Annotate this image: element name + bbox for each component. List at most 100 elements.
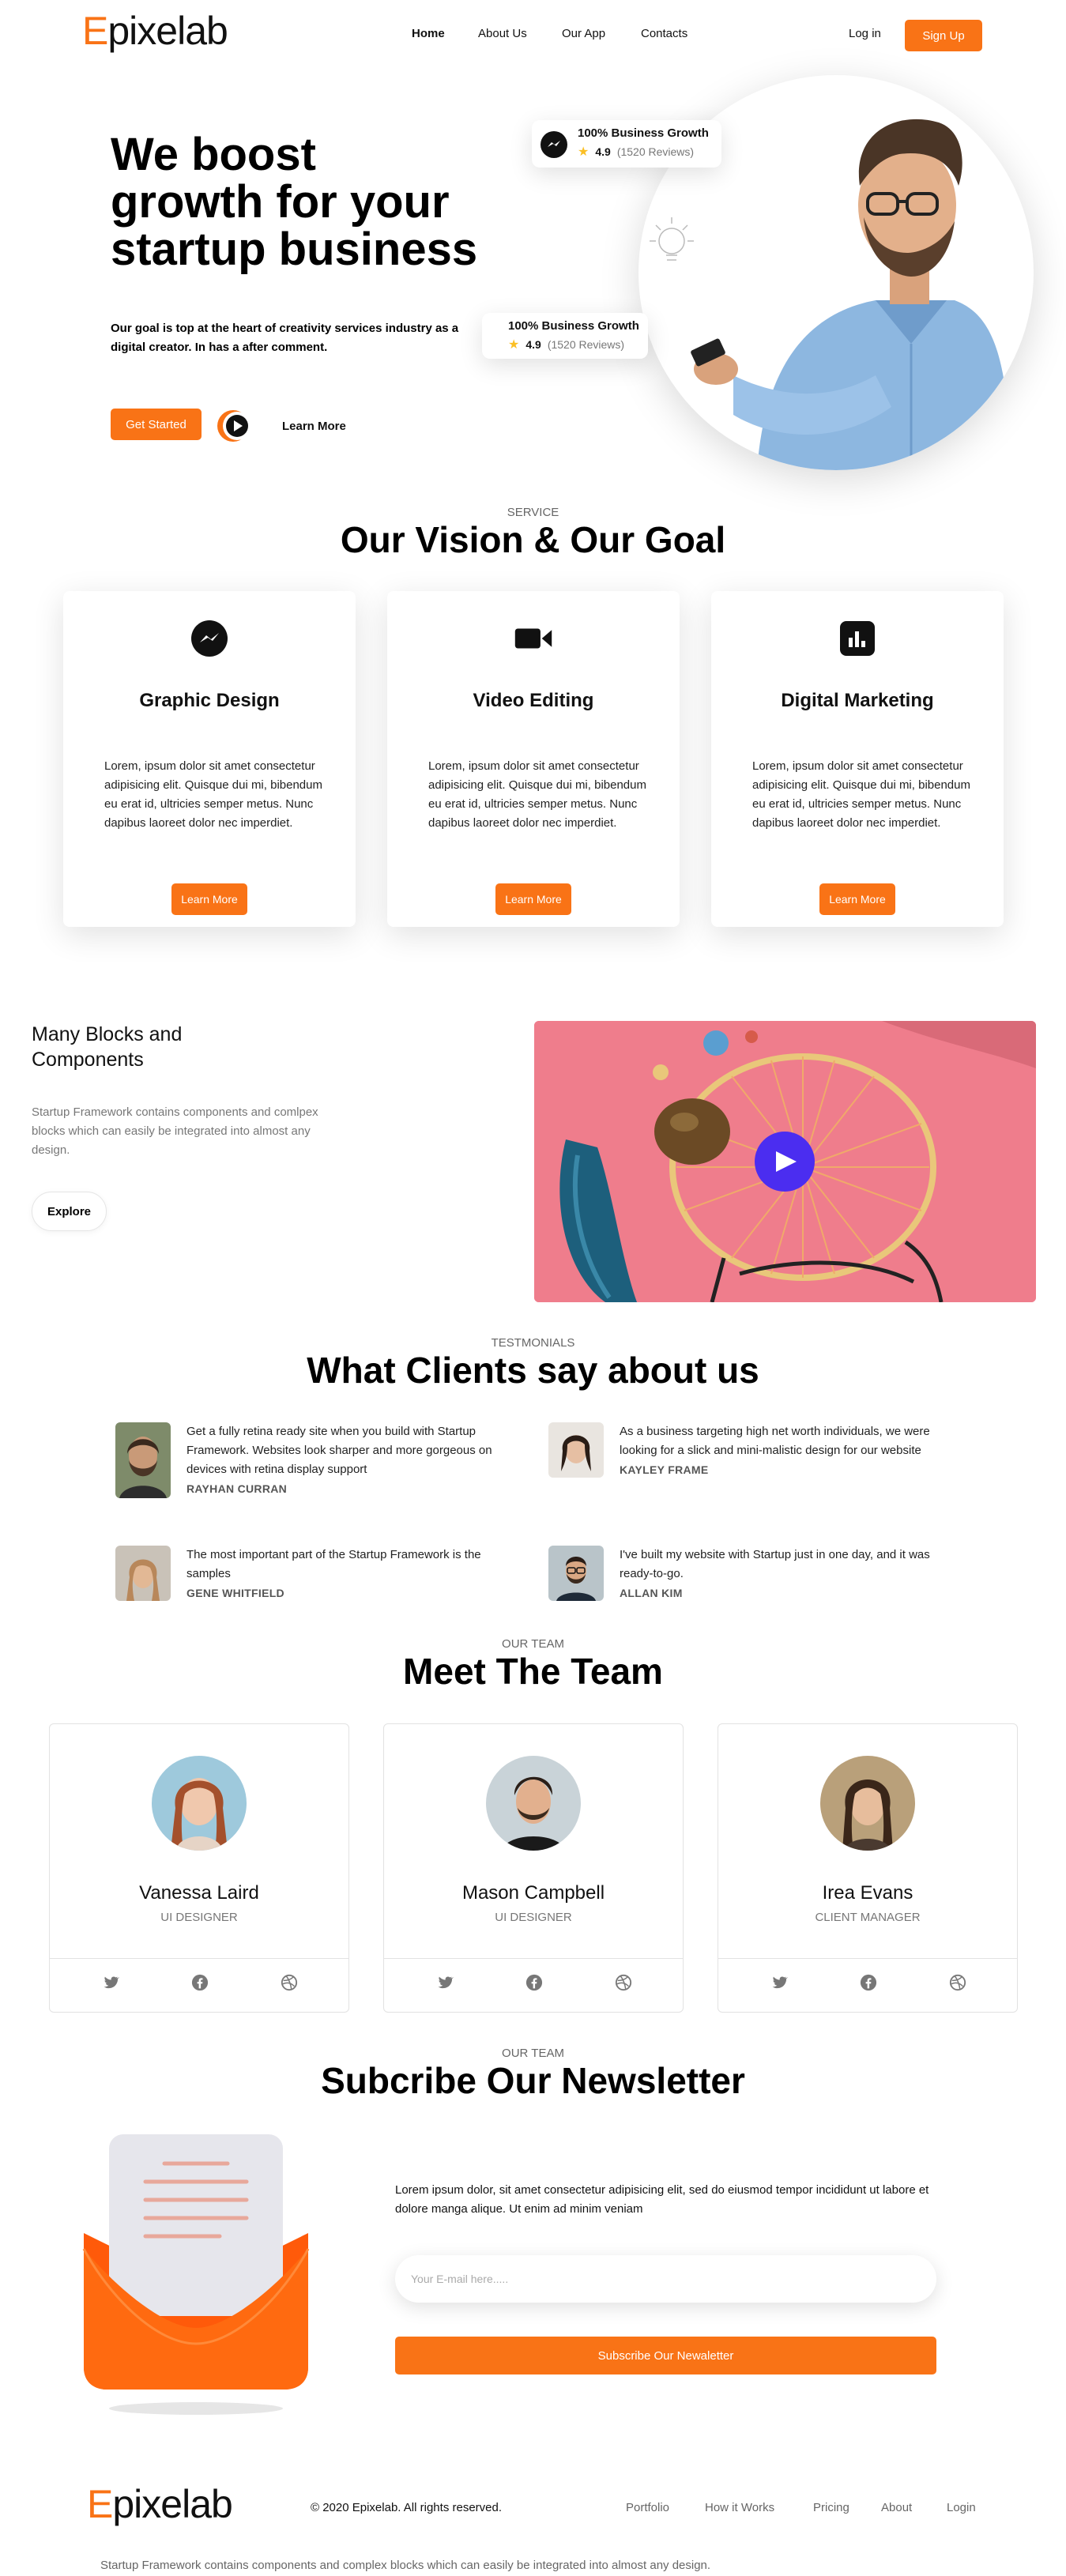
- testimonial-name: RAYHAN CURRAN: [186, 1482, 288, 1495]
- header-logo[interactable]: Epixelab: [82, 8, 228, 54]
- testimonial-name: ALLAN KIM: [620, 1587, 683, 1599]
- team-member-name: Mason Campbell: [461, 1882, 605, 1904]
- service-title: Video Editing: [473, 690, 594, 711]
- email-input[interactable]: [395, 2255, 936, 2303]
- team-avatar: [820, 1756, 915, 1851]
- testimonials-title: What Clients say about us: [307, 1350, 759, 1391]
- rating-card-title: 100% Business Growth: [578, 126, 709, 140]
- facebook-icon[interactable]: [860, 1974, 877, 1991]
- twitter-icon[interactable]: [102, 1974, 119, 1991]
- testimonial-avatar: [548, 1546, 604, 1601]
- signup-button[interactable]: Sign Up: [905, 20, 982, 51]
- service-learn-more-button[interactable]: Learn More: [819, 883, 895, 915]
- service-title: Graphic Design: [139, 690, 280, 711]
- envelope-illustration: [77, 2130, 315, 2423]
- divider: [718, 1958, 1017, 1959]
- testimonial-text: The most important part of the Startup F…: [186, 1548, 481, 1580]
- blocks-title: Many Blocks and Components: [32, 1023, 183, 1071]
- newsletter-eyebrow: OUR TEAM: [502, 2047, 564, 2060]
- rating-card-title: 100% Business Growth: [508, 319, 639, 333]
- team-member-role: CLIENT MANAGER: [815, 1911, 921, 1924]
- facebook-icon[interactable]: [191, 1974, 209, 1991]
- testimonials-eyebrow: TESTMONIALS: [491, 1336, 575, 1350]
- logo-text: Epixelab: [87, 2482, 233, 2526]
- footer-note: Startup Framework contains components an…: [100, 2559, 711, 2572]
- service-card-digital-marketing: Digital Marketing Lorem, ipsum dolor sit…: [711, 591, 1004, 927]
- learn-more-link[interactable]: Learn More: [282, 420, 346, 433]
- newsletter-title: Subcribe Our Newsletter: [321, 2060, 745, 2101]
- team-avatar: [152, 1756, 247, 1851]
- nav-link-contacts[interactable]: Contacts: [641, 27, 687, 40]
- subscribe-button[interactable]: Subscribe Our Newaletter: [395, 2337, 936, 2375]
- service-desc: Lorem, ipsum dolor sit amet consectetur …: [104, 759, 322, 830]
- service-card-video-editing: Video Editing Lorem, ipsum dolor sit ame…: [387, 591, 680, 927]
- testimonial-text: Get a fully retina ready site when you b…: [186, 1425, 492, 1476]
- services-title: Our Vision & Our Goal: [340, 519, 726, 560]
- facebook-icon[interactable]: [525, 1974, 543, 1991]
- team-member-role: UI DESIGNER: [495, 1911, 572, 1924]
- footer-link-portfolio[interactable]: Portfolio: [626, 2501, 669, 2514]
- video-thumbnail[interactable]: [534, 1021, 1036, 1302]
- messenger-icon: [190, 619, 229, 658]
- rating-reviews: (1520 Reviews): [616, 145, 695, 158]
- team-card: Vanessa Laird UI DESIGNER: [49, 1723, 349, 2013]
- team-member-name: Vanessa Laird: [139, 1882, 259, 1904]
- hero-subtitle: Our goal is top at the heart of creativi…: [111, 322, 459, 354]
- testimonial-avatar: [115, 1422, 171, 1498]
- service-title: Digital Marketing: [781, 690, 934, 711]
- service-desc: Lorem, ipsum dolor sit amet consectetur …: [428, 759, 646, 830]
- team-member-name: Irea Evans: [822, 1882, 913, 1904]
- team-avatar: [486, 1756, 581, 1851]
- service-learn-more-button[interactable]: Learn More: [171, 883, 247, 915]
- logo-text: Epixelab: [82, 9, 228, 53]
- divider: [384, 1958, 683, 1959]
- nav-link-our-app[interactable]: Our App: [562, 27, 605, 40]
- footer-link-how-it-works[interactable]: How it Works: [705, 2501, 774, 2514]
- team-card: Irea Evans CLIENT MANAGER: [718, 1723, 1018, 2013]
- service-learn-more-button[interactable]: Learn More: [495, 883, 571, 915]
- blocks-desc: Startup Framework contains components an…: [32, 1105, 318, 1157]
- play-icon: [217, 410, 251, 442]
- nav-link-about-us[interactable]: About Us: [478, 27, 527, 40]
- dribbble-icon[interactable]: [281, 1974, 298, 1991]
- team-member-role: UI DESIGNER: [160, 1911, 238, 1924]
- lightbulb-doodle: [650, 217, 694, 261]
- login-link[interactable]: Log in: [849, 27, 881, 40]
- get-started-button[interactable]: Get Started: [111, 409, 202, 440]
- copyright-text: © 2020 Epixelab. All rights reserved.: [311, 2501, 503, 2514]
- footer-logo[interactable]: Epixelab: [87, 2481, 233, 2527]
- services-eyebrow: SERVICE: [507, 506, 559, 519]
- rating-reviews: (1520 Reviews): [547, 338, 625, 351]
- divider: [50, 1958, 348, 1959]
- rating-card-2: 100% Business Growth ★ 4.9 (1520 Reviews…: [482, 313, 648, 359]
- star-icon: ★: [578, 145, 590, 159]
- hero-title: We boost growth for your startup busines…: [111, 129, 478, 275]
- rating-score: 4.9: [525, 338, 541, 351]
- testimonial-text: I've built my website with Startup just …: [620, 1548, 930, 1580]
- rating-score: 4.9: [595, 145, 611, 158]
- team-eyebrow: OUR TEAM: [502, 1637, 564, 1651]
- footer-link-pricing[interactable]: Pricing: [813, 2501, 849, 2514]
- footer-link-about[interactable]: About: [881, 2501, 912, 2514]
- star-icon: ★: [508, 338, 520, 352]
- explore-button[interactable]: Explore: [32, 1192, 107, 1231]
- service-desc: Lorem, ipsum dolor sit amet consectetur …: [752, 759, 970, 830]
- twitter-icon[interactable]: [770, 1974, 788, 1991]
- dribbble-icon[interactable]: [949, 1974, 966, 1991]
- bar-chart-icon: [838, 619, 877, 658]
- twitter-icon[interactable]: [436, 1974, 454, 1991]
- video-camera-icon: [514, 619, 553, 658]
- play-video-button[interactable]: [216, 409, 254, 443]
- testimonial-text: As a business targeting high net worth i…: [620, 1425, 930, 1457]
- testimonial-name: KAYLEY FRAME: [620, 1463, 709, 1476]
- newsletter-desc: Lorem ipsum dolor, sit amet consectetur …: [395, 2183, 929, 2216]
- team-card: Mason Campbell UI DESIGNER: [383, 1723, 684, 2013]
- messenger-icon: [541, 131, 567, 158]
- footer-link-login[interactable]: Login: [947, 2501, 976, 2514]
- nav-link-home[interactable]: Home: [412, 27, 445, 40]
- testimonial-avatar: [548, 1422, 604, 1478]
- dribbble-icon[interactable]: [615, 1974, 632, 1991]
- service-card-graphic-design: Graphic Design Lorem, ipsum dolor sit am…: [63, 591, 356, 927]
- testimonial-avatar: [115, 1546, 171, 1601]
- testimonial-name: GENE WHITFIELD: [186, 1587, 284, 1599]
